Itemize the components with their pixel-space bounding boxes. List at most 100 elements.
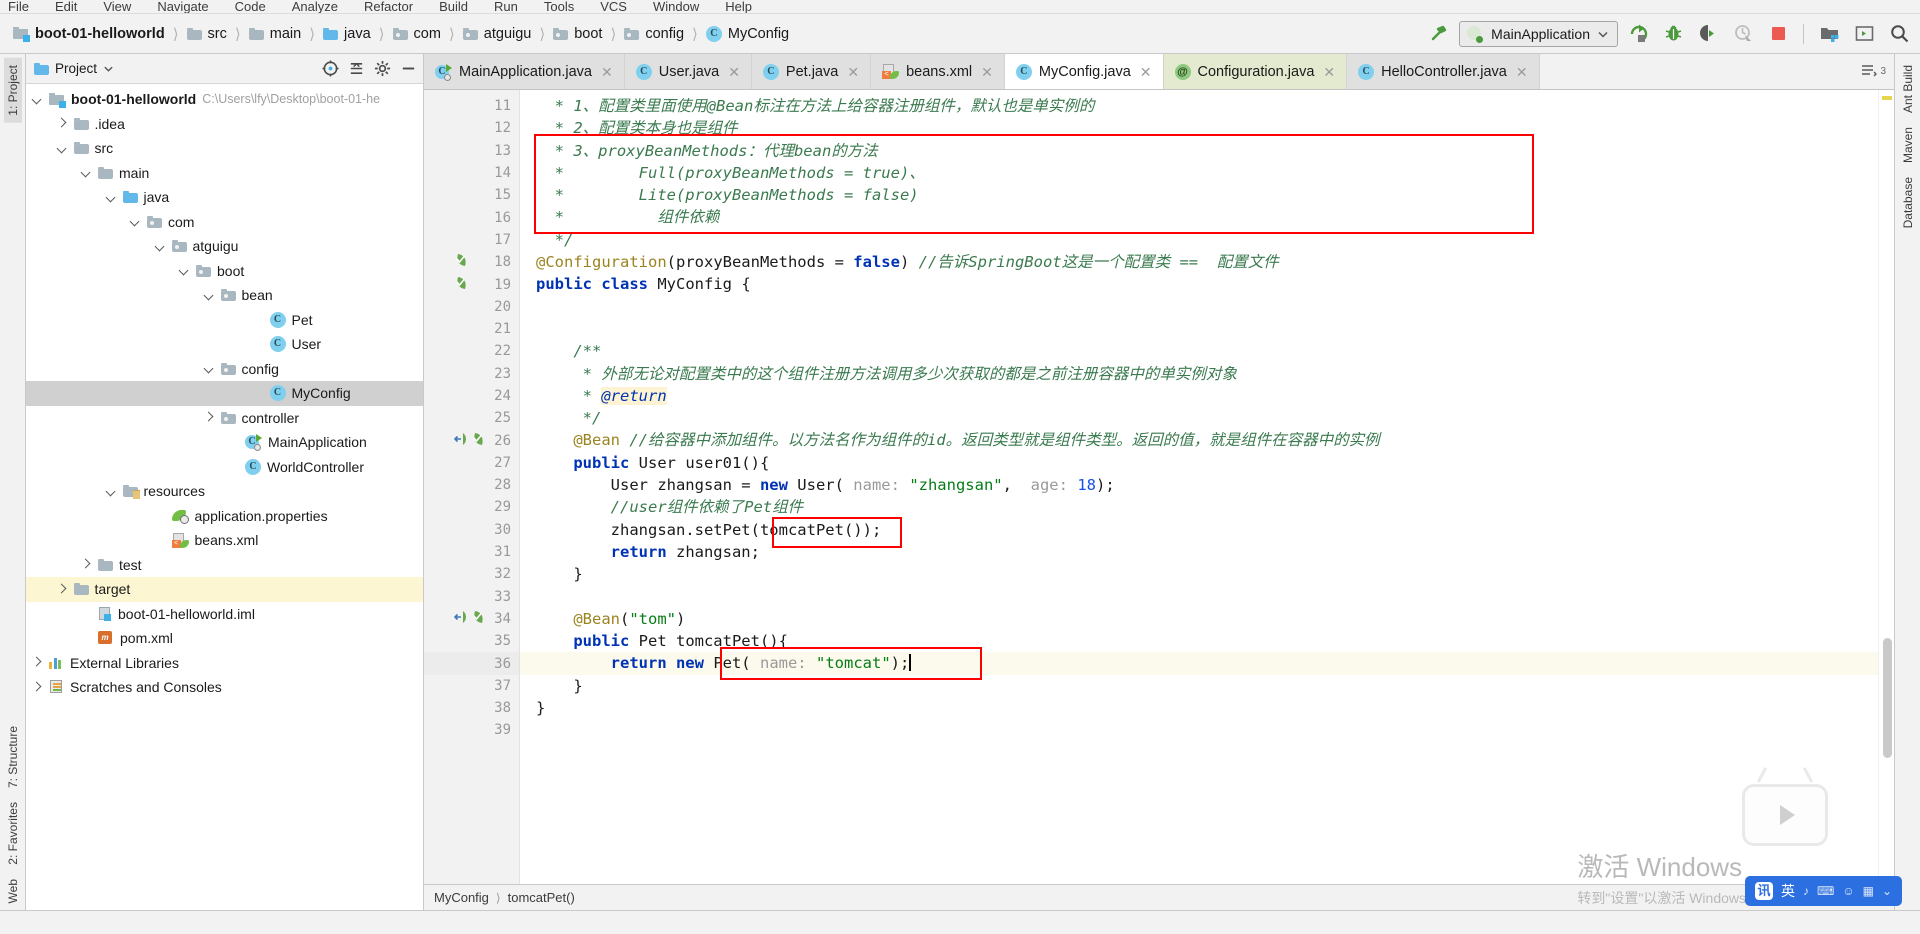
chevron-down-icon[interactable] [204,363,215,374]
chevron-right-icon[interactable] [57,584,68,595]
code-line[interactable]: public Pet tomcatPet(){ [520,630,1878,652]
code-line[interactable]: //user组件依赖了Pet组件 [520,496,1878,518]
tree-node[interactable]: boot [26,259,423,284]
close-icon[interactable]: ✕ [1514,63,1530,81]
spring-bean-gutter-icon[interactable] [471,432,485,450]
gutter-line[interactable]: 15 [424,184,519,206]
chevron-down-icon[interactable] [81,167,92,178]
terminal-button[interactable] [1849,20,1879,48]
chevron-right-icon[interactable] [81,559,92,570]
gutter-line[interactable]: 26 [424,429,519,451]
editor-tab[interactable]: @ Configuration.java ✕ [1163,54,1348,89]
ime-expand-icon[interactable]: ⌄ [1882,884,1892,898]
gutter-line[interactable]: 38 [424,697,519,719]
tree-node[interactable]: C MyConfig [26,381,423,406]
gutter-line[interactable]: 24 [424,385,519,407]
code-line[interactable]: public class MyConfig { [520,273,1878,295]
gutter-line[interactable]: 20 [424,296,519,318]
tab-list-icon[interactable] [1861,63,1878,80]
breadcrumb-item-java[interactable]: java [320,24,374,44]
gutter-line[interactable]: 34 [424,608,519,630]
editor-tab[interactable]: C User.java ✕ [624,54,752,89]
ime-keyboard-icon[interactable]: ⌨ [1817,884,1834,898]
warning-marker[interactable] [1882,96,1892,100]
status-breadcrumb-method[interactable]: tomcatPet() [508,890,575,905]
editor-tab[interactable]: < beans.xml ✕ [871,54,1005,89]
tree-node[interactable]: com [26,210,423,235]
chevron-down-icon[interactable] [103,63,114,74]
close-icon[interactable]: ✕ [979,63,995,81]
hide-panel-icon[interactable] [400,60,417,77]
gutter-line[interactable]: 25 [424,407,531,429]
code-line[interactable]: public User user01(){ [520,452,1878,474]
chevron-down-icon[interactable] [155,241,166,252]
tool-window-tab-ant-build[interactable]: Ant Build [1899,58,1917,120]
code-line[interactable]: * 1、配置类里面使用@Bean标注在方法上给容器注册组件，默认也是单实例的 [520,95,1878,117]
code-line[interactable]: /** [520,340,1878,362]
gutter-line[interactable]: 33 [424,586,519,608]
collapse-all-icon[interactable] [348,60,365,77]
tree-node[interactable]: C User [26,332,423,357]
editor-tab[interactable]: C Pet.java ✕ [751,54,872,89]
code-line[interactable]: zhangsan.setPet(tomcatPet()); [520,519,1878,541]
navigate-gutter-icon[interactable] [453,610,468,628]
tree-node[interactable]: main [26,161,423,186]
ime-mode-label[interactable]: 英 [1781,881,1795,901]
gutter-line[interactable]: 35 [424,630,531,652]
gutter-line[interactable]: 16 [424,206,519,228]
tree-node[interactable]: test [26,553,423,578]
tree-node[interactable]: resources [26,479,423,504]
tree-node[interactable]: C WorldController [26,455,423,480]
menu-item-navigate[interactable]: Navigate [157,0,208,13]
build-hammer-icon[interactable] [1424,20,1454,48]
menu-item-build[interactable]: Build [439,0,468,13]
chevron-right-icon[interactable] [32,657,43,668]
code-line[interactable]: } [520,697,1878,719]
close-icon[interactable]: ✕ [599,63,615,81]
chevron-down-icon[interactable] [57,143,68,154]
tool-window-tab-favorites[interactable]: 2: Favorites [4,795,22,872]
close-icon[interactable]: ✕ [1138,63,1154,81]
tree-node[interactable]: C MainApplication [26,430,423,455]
gutter-line[interactable]: 31 [424,541,519,563]
tool-window-tab-web[interactable]: Web [4,872,22,910]
breadcrumb-item-config[interactable]: config [621,24,687,44]
code-line[interactable]: * @return [520,385,1878,407]
run-configuration-selector[interactable]: MainApplication [1459,20,1618,47]
menu-item-vcs[interactable]: VCS [600,0,627,13]
code-line[interactable] [520,719,1878,741]
editor-gutter[interactable]: 11 12 13 14 15 16 17 18 19 20 21 22 23 24 25 26 27 28 29 30… [424,90,531,884]
code-content[interactable]: * 1、配置类里面使用@Bean标注在方法上给容器注册组件，默认也是单实例的 *… [520,90,1878,884]
code-line[interactable]: * 2、配置类本身也是组件 [520,117,1878,139]
project-structure-button[interactable] [1814,20,1844,48]
tree-node[interactable]: C Pet [26,308,423,333]
menu-item-refactor[interactable]: Refactor [364,0,413,13]
tree-node[interactable]: boot-01-helloworld C:\Users\lfy\Desktop\b… [26,87,423,112]
stop-button[interactable] [1763,20,1793,48]
tree-node[interactable]: .idea [26,112,423,137]
gear-icon[interactable] [374,60,391,77]
breadcrumb-item-myconfig[interactable]: C MyConfig [703,24,792,44]
menu-item-file[interactable]: File [8,0,29,13]
breadcrumb-item-src[interactable]: src [184,24,230,44]
tree-node[interactable]: bean [26,283,423,308]
locate-target-icon[interactable] [322,60,339,77]
run-button[interactable] [1623,20,1653,48]
tree-node[interactable]: atguigu [26,234,423,259]
code-line[interactable]: * 3、proxyBeanMethods：代理bean的方法 [520,140,1878,162]
breadcrumb-item-boot[interactable]: boot [550,24,605,44]
run-with-coverage-button[interactable] [1693,20,1723,48]
close-icon[interactable]: ✕ [1321,63,1337,81]
spring-bean-gutter-icon[interactable] [471,610,485,628]
gutter-line[interactable]: 39 [424,719,519,741]
tree-node[interactable]: src [26,136,423,161]
menu-item-analyze[interactable]: Analyze [292,0,338,13]
code-line[interactable]: */ [520,229,1878,251]
editor-tab[interactable]: C HelloController.java ✕ [1347,54,1540,89]
gutter-line[interactable]: 19 [424,273,519,295]
code-line[interactable] [520,586,1878,608]
ime-music-icon[interactable]: ♪ [1803,884,1809,898]
gutter-line[interactable]: 23 [424,363,519,385]
gutter-line[interactable]: 18 [424,251,519,273]
ime-language-bar[interactable]: 讯 英 ♪ ⌨ ☺ ▦ ⌄ [1745,876,1902,906]
